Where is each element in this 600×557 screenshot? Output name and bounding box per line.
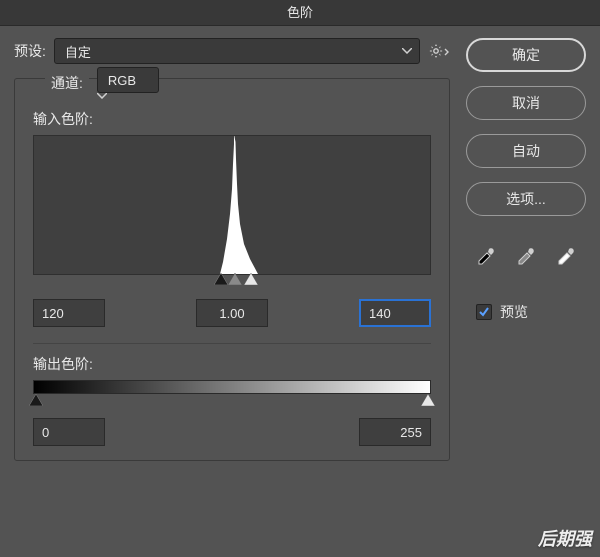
watermark: 后期强: [538, 525, 592, 551]
cancel-button[interactable]: 取消: [466, 86, 586, 120]
black-point-slider[interactable]: [214, 273, 228, 287]
input-black-field[interactable]: [33, 299, 105, 327]
output-gradient: [33, 380, 431, 394]
gray-eyedropper-icon[interactable]: [511, 242, 541, 272]
white-eyedropper-icon[interactable]: [551, 242, 581, 272]
output-slider-track[interactable]: [33, 394, 431, 410]
preset-label: 预设:: [14, 41, 46, 61]
output-black-field[interactable]: [33, 418, 105, 446]
preview-label: 预览: [500, 302, 528, 322]
preview-checkbox[interactable]: [476, 304, 492, 320]
output-white-slider[interactable]: [421, 394, 435, 408]
histogram: [33, 135, 431, 275]
midtone-slider[interactable]: [228, 273, 242, 287]
divider: [33, 343, 431, 344]
output-black-slider[interactable]: [29, 394, 43, 408]
auto-button[interactable]: 自动: [466, 134, 586, 168]
preset-menu-button[interactable]: [428, 42, 450, 60]
chevron-down-icon: [97, 93, 159, 99]
options-button[interactable]: 选项...: [466, 182, 586, 216]
input-levels-label: 输入色阶:: [33, 109, 431, 129]
input-gamma-field[interactable]: [196, 299, 268, 327]
channel-value: RGB: [97, 67, 159, 93]
input-slider-track[interactable]: [33, 273, 431, 289]
preset-value: 自定: [54, 38, 420, 64]
input-white-field[interactable]: [359, 299, 431, 327]
channel-select[interactable]: RGB: [97, 67, 159, 99]
output-white-field[interactable]: [359, 418, 431, 446]
black-eyedropper-icon[interactable]: [471, 242, 501, 272]
channel-label: 通道:: [45, 73, 89, 93]
white-point-slider[interactable]: [244, 273, 258, 287]
dialog-title: 色阶: [0, 0, 600, 26]
ok-button[interactable]: 确定: [466, 38, 586, 72]
preset-select[interactable]: 自定: [54, 38, 420, 64]
output-levels-label: 输出色阶:: [33, 354, 431, 374]
